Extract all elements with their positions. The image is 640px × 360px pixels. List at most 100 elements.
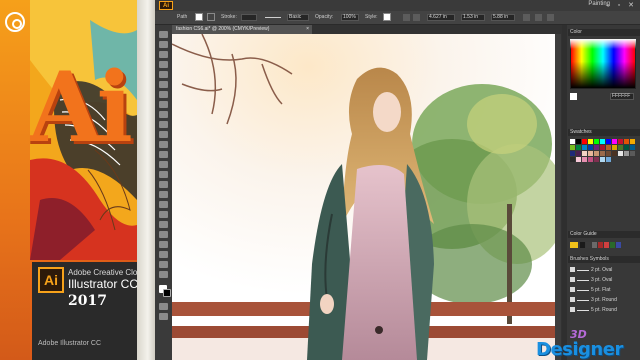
eyedropper-tool-icon[interactable] — [159, 201, 168, 208]
rectangle-tool-icon[interactable] — [159, 91, 168, 98]
brush-item[interactable]: 2 pt. Oval — [570, 266, 636, 274]
swatch[interactable] — [600, 139, 605, 144]
color-guide-row[interactable] — [570, 241, 636, 249]
y-field[interactable]: 1.53 in — [461, 14, 485, 21]
swatch[interactable] — [576, 151, 581, 156]
swatches-panel-header[interactable]: Swatches — [568, 129, 640, 136]
swatch[interactable] — [630, 145, 635, 150]
arrange-icon[interactable] — [547, 14, 554, 21]
mesh-tool-icon[interactable] — [159, 181, 168, 188]
free-transform-tool-icon[interactable] — [159, 161, 168, 168]
swatch[interactable] — [600, 157, 605, 162]
w-field[interactable]: 5.88 in — [491, 14, 515, 21]
fill-swatch[interactable] — [195, 13, 203, 21]
swatch[interactable] — [588, 157, 593, 162]
variable-width-profile[interactable] — [265, 17, 281, 18]
swatch[interactable] — [576, 139, 581, 144]
brush-item[interactable]: 3 pt. Oval — [570, 276, 636, 284]
swatch[interactable] — [582, 151, 587, 156]
swatch[interactable] — [576, 145, 581, 150]
swatch[interactable] — [624, 145, 629, 150]
isolate-icon[interactable] — [535, 14, 542, 21]
color-hex-field[interactable]: FFFFFF — [610, 93, 634, 100]
x-field[interactable]: 4.627 in — [427, 14, 455, 21]
graphic-style-swatch[interactable] — [383, 13, 391, 21]
pen-tool-icon[interactable] — [159, 61, 168, 68]
blend-tool-icon[interactable] — [159, 211, 168, 218]
brush-item[interactable]: 5 pt. Flat — [570, 286, 636, 294]
swatch[interactable] — [582, 157, 587, 162]
swatch[interactable] — [594, 151, 599, 156]
swatch[interactable] — [600, 151, 605, 156]
close-tab-icon[interactable]: × — [306, 25, 309, 34]
swatch[interactable] — [606, 151, 611, 156]
swatch[interactable] — [624, 139, 629, 144]
symbol-sprayer-tool-icon[interactable] — [159, 221, 168, 228]
scale-tool-icon[interactable] — [159, 141, 168, 148]
pencil-tool-icon[interactable] — [159, 111, 168, 118]
swatch[interactable] — [630, 139, 635, 144]
align-icon[interactable] — [403, 14, 410, 21]
brush-item[interactable]: 3 pt. Round — [570, 296, 636, 304]
constrain-link-icon[interactable] — [523, 14, 530, 21]
stroke-swatch[interactable] — [207, 13, 215, 21]
swatch[interactable] — [612, 145, 617, 150]
swatch[interactable] — [612, 139, 617, 144]
gradient-tool-icon[interactable] — [159, 191, 168, 198]
swatch[interactable] — [606, 139, 611, 144]
document-tab[interactable]: fashion CS6.ai* @ 200% (CMYK/Preview) × — [172, 25, 312, 34]
swatch[interactable] — [588, 145, 593, 150]
drawing-mode-icon[interactable] — [159, 303, 168, 310]
collapsed-panel-icons[interactable] — [562, 25, 567, 360]
brush-item[interactable]: 5 pt. Round — [570, 306, 636, 314]
swatch[interactable] — [618, 151, 623, 156]
swatch[interactable] — [576, 157, 581, 162]
swatch[interactable] — [570, 151, 575, 156]
direct-selection-tool-icon[interactable] — [159, 41, 168, 48]
swatch[interactable] — [606, 157, 611, 162]
swatch[interactable] — [588, 139, 593, 144]
window-controls[interactable]: – ▫ ✕ — [606, 1, 637, 9]
line-tool-icon[interactable] — [159, 81, 168, 88]
opacity-field[interactable]: 100% — [341, 14, 359, 21]
selection-tool-icon[interactable] — [159, 31, 168, 38]
eraser-tool-icon[interactable] — [159, 121, 168, 128]
vertical-scrollbar[interactable] — [555, 34, 561, 360]
swatch[interactable] — [612, 151, 617, 156]
swatch[interactable] — [582, 145, 587, 150]
swatch[interactable] — [618, 145, 623, 150]
width-tool-icon[interactable] — [159, 151, 168, 158]
swatch[interactable] — [630, 151, 635, 156]
type-tool-icon[interactable] — [159, 71, 168, 78]
color-panel-header[interactable]: Color — [568, 29, 640, 36]
magic-wand-tool-icon[interactable] — [159, 51, 168, 58]
stroke-color-icon[interactable] — [163, 289, 171, 297]
artboard-canvas[interactable] — [172, 34, 561, 360]
swatch[interactable] — [570, 139, 575, 144]
hand-tool-icon[interactable] — [159, 261, 168, 268]
swatch[interactable] — [588, 151, 593, 156]
swatch[interactable] — [594, 139, 599, 144]
swatch[interactable] — [618, 139, 623, 144]
swatch[interactable] — [570, 145, 575, 150]
rotate-tool-icon[interactable] — [159, 131, 168, 138]
swatch[interactable] — [606, 145, 611, 150]
paintbrush-tool-icon[interactable] — [159, 101, 168, 108]
swatch[interactable] — [582, 139, 587, 144]
swatch[interactable] — [600, 145, 605, 150]
artboard-tool-icon[interactable] — [159, 241, 168, 248]
screen-mode-icon[interactable] — [159, 313, 168, 320]
fill-stroke-mini-icon[interactable] — [570, 93, 577, 100]
stroke-weight-field[interactable] — [241, 14, 257, 21]
brushes-panel-header[interactable]: Brushes Symbols — [568, 256, 640, 263]
swatch[interactable] — [594, 145, 599, 150]
graph-tool-icon[interactable] — [159, 231, 168, 238]
swatch[interactable] — [624, 151, 629, 156]
swatch[interactable] — [594, 157, 599, 162]
shape-builder-tool-icon[interactable] — [159, 171, 168, 178]
brush-definition-field[interactable]: Basic — [287, 14, 309, 21]
slice-tool-icon[interactable] — [159, 251, 168, 258]
color-guide-panel-header[interactable]: Color Guide — [568, 231, 640, 238]
swatch[interactable] — [570, 157, 575, 162]
transform-icon[interactable] — [413, 14, 420, 21]
